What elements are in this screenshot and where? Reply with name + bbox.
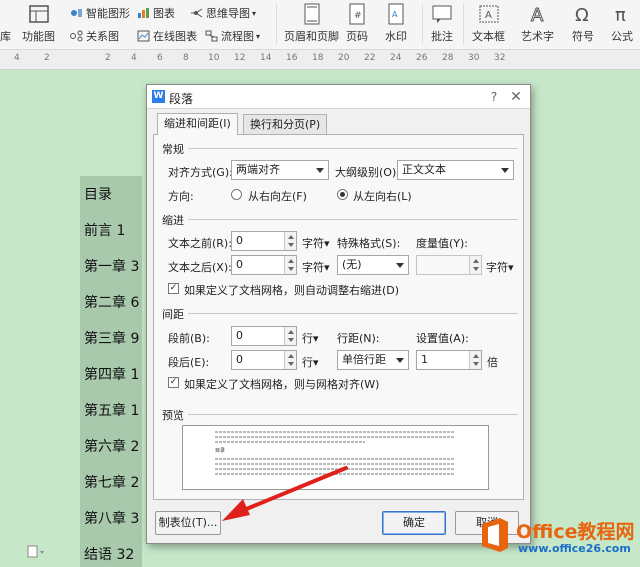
watermark-url: www.office26.com xyxy=(518,542,631,555)
annotation-arrow-head xyxy=(222,499,250,521)
watermark-brand: Office教程网 xyxy=(516,521,635,543)
annotation-arrow xyxy=(222,466,348,521)
tab-indent-spacing[interactable]: 缩进和间距(I) xyxy=(157,113,238,135)
site-watermark: Office教程网 www.office26.com xyxy=(474,514,640,564)
office-logo-icon xyxy=(482,518,508,552)
annotation-arrow-shaft xyxy=(242,466,348,512)
